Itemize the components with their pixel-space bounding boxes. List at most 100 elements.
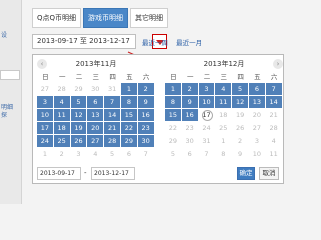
day-cell[interactable]: 25 [215, 122, 233, 135]
day-cell[interactable]: 29 [120, 135, 138, 148]
day-cell[interactable]: 27 [87, 135, 105, 148]
day-cell[interactable]: 25 [53, 135, 71, 148]
day-cell[interactable]: 16 [137, 109, 155, 122]
day-cell[interactable]: 8 [215, 148, 233, 161]
day-cell[interactable]: 26 [232, 122, 249, 135]
day-cell[interactable]: 9 [181, 96, 199, 109]
day-cell[interactable]: 10 [198, 96, 216, 109]
day-cell[interactable]: 2 [181, 83, 199, 96]
day-cell[interactable]: 4 [265, 135, 283, 148]
day-cell[interactable]: 7 [265, 83, 283, 96]
day-cell[interactable]: 4 [53, 96, 71, 109]
day-cell[interactable]: 30 [181, 135, 199, 148]
day-cell[interactable]: 2 [53, 148, 71, 161]
day-cell[interactable]: 11 [265, 148, 283, 161]
day-cell[interactable]: 6 [87, 96, 105, 109]
day-cell[interactable]: 3 [198, 83, 216, 96]
day-cell[interactable]: 11 [215, 96, 233, 109]
day-cell[interactable]: 27 [37, 83, 54, 96]
day-cell[interactable]: 5 [165, 148, 182, 161]
day-cell[interactable]: 1 [37, 148, 54, 161]
last-week-link[interactable]: 最近一周 [142, 39, 168, 47]
day-cell[interactable]: 10 [37, 109, 54, 122]
day-cell[interactable]: 23 [181, 122, 199, 135]
day-cell[interactable]: 22 [165, 122, 182, 135]
day-cell[interactable]: 2 [232, 135, 249, 148]
day-cell[interactable]: 5 [70, 96, 88, 109]
day-cell[interactable]: 31 [104, 83, 121, 96]
day-cell[interactable]: 1 [215, 135, 233, 148]
day-cell[interactable]: 19 [232, 109, 249, 122]
weekday-label: 三 [92, 73, 100, 81]
sidebar-input-fragment[interactable] [0, 70, 20, 80]
day-cell[interactable]: 8 [120, 96, 138, 109]
day-cell-today[interactable]: 17 [198, 109, 216, 122]
day-cell[interactable]: 5 [232, 83, 249, 96]
next-month-button[interactable]: › [273, 59, 283, 69]
day-cell[interactable]: 6 [181, 148, 199, 161]
day-cell[interactable]: 19 [70, 122, 88, 135]
start-date-input[interactable]: 2013-09-17 [37, 167, 81, 180]
day-cell[interactable]: 24 [37, 135, 54, 148]
day-cell[interactable]: 6 [120, 148, 138, 161]
day-cell[interactable]: 1 [165, 83, 182, 96]
day-cell[interactable]: 9 [137, 96, 155, 109]
day-cell[interactable]: 10 [248, 148, 266, 161]
tab-qcoin-detail[interactable]: Q点Q币明细 [32, 8, 82, 28]
date-range-field[interactable]: 2013-09-17 至 2013-12-17 [32, 34, 136, 49]
day-cell[interactable]: 23 [137, 122, 155, 135]
day-cell[interactable]: 7 [198, 148, 216, 161]
day-cell[interactable]: 3 [70, 148, 88, 161]
prev-month-button[interactable]: ‹ [37, 59, 47, 69]
day-cell[interactable]: 22 [120, 122, 138, 135]
day-cell[interactable]: 29 [70, 83, 88, 96]
day-cell[interactable]: 11 [53, 109, 71, 122]
range-sep-text: 至 [79, 37, 87, 45]
day-cell[interactable]: 17 [37, 122, 54, 135]
day-cell[interactable]: 6 [248, 83, 266, 96]
day-cell[interactable]: 31 [198, 135, 216, 148]
day-cell[interactable]: 20 [87, 122, 105, 135]
day-cell[interactable]: 21 [265, 109, 283, 122]
day-cell[interactable]: 24 [198, 122, 216, 135]
day-cell[interactable]: 7 [104, 96, 121, 109]
day-cell[interactable]: 9 [232, 148, 249, 161]
day-cell[interactable]: 13 [87, 109, 105, 122]
day-cell[interactable]: 18 [53, 122, 71, 135]
day-cell[interactable]: 1 [120, 83, 138, 96]
day-cell[interactable]: 15 [120, 109, 138, 122]
day-cell[interactable]: 4 [215, 83, 233, 96]
cancel-button[interactable]: 取消 [259, 167, 279, 180]
day-cell[interactable]: 14 [265, 96, 283, 109]
day-cell[interactable]: 21 [104, 122, 121, 135]
confirm-button[interactable]: 确定 [237, 167, 255, 180]
day-cell[interactable]: 28 [53, 83, 71, 96]
day-cell[interactable]: 20 [248, 109, 266, 122]
day-cell[interactable]: 4 [87, 148, 105, 161]
day-cell[interactable]: 28 [265, 122, 283, 135]
day-cell[interactable]: 8 [165, 96, 182, 109]
day-cell[interactable]: 2 [137, 83, 155, 96]
day-cell[interactable]: 29 [165, 135, 182, 148]
day-cell[interactable]: 12 [232, 96, 249, 109]
day-cell[interactable]: 30 [137, 135, 155, 148]
day-cell[interactable]: 12 [70, 109, 88, 122]
day-cell[interactable]: 16 [181, 109, 199, 122]
day-cell[interactable]: 15 [165, 109, 182, 122]
calendar-header: 2013年12月 › [165, 59, 283, 69]
tab-other-detail[interactable]: 其它明细 [130, 8, 169, 28]
day-cell[interactable]: 5 [104, 148, 121, 161]
day-cell[interactable]: 18 [215, 109, 233, 122]
day-cell[interactable]: 14 [104, 109, 121, 122]
day-cell[interactable]: 3 [37, 96, 54, 109]
tab-game-coin-detail[interactable]: 游戏币明细 [83, 8, 129, 28]
day-cell[interactable]: 26 [70, 135, 88, 148]
day-cell[interactable]: 7 [137, 148, 155, 161]
day-cell[interactable]: 3 [248, 135, 266, 148]
day-cell[interactable]: 13 [248, 96, 266, 109]
end-date-input[interactable]: 2013-12-17 [91, 167, 135, 180]
day-cell[interactable]: 30 [87, 83, 105, 96]
last-month-link[interactable]: 最近一月 [176, 39, 202, 47]
day-cell[interactable]: 28 [104, 135, 121, 148]
day-cell[interactable]: 27 [248, 122, 266, 135]
